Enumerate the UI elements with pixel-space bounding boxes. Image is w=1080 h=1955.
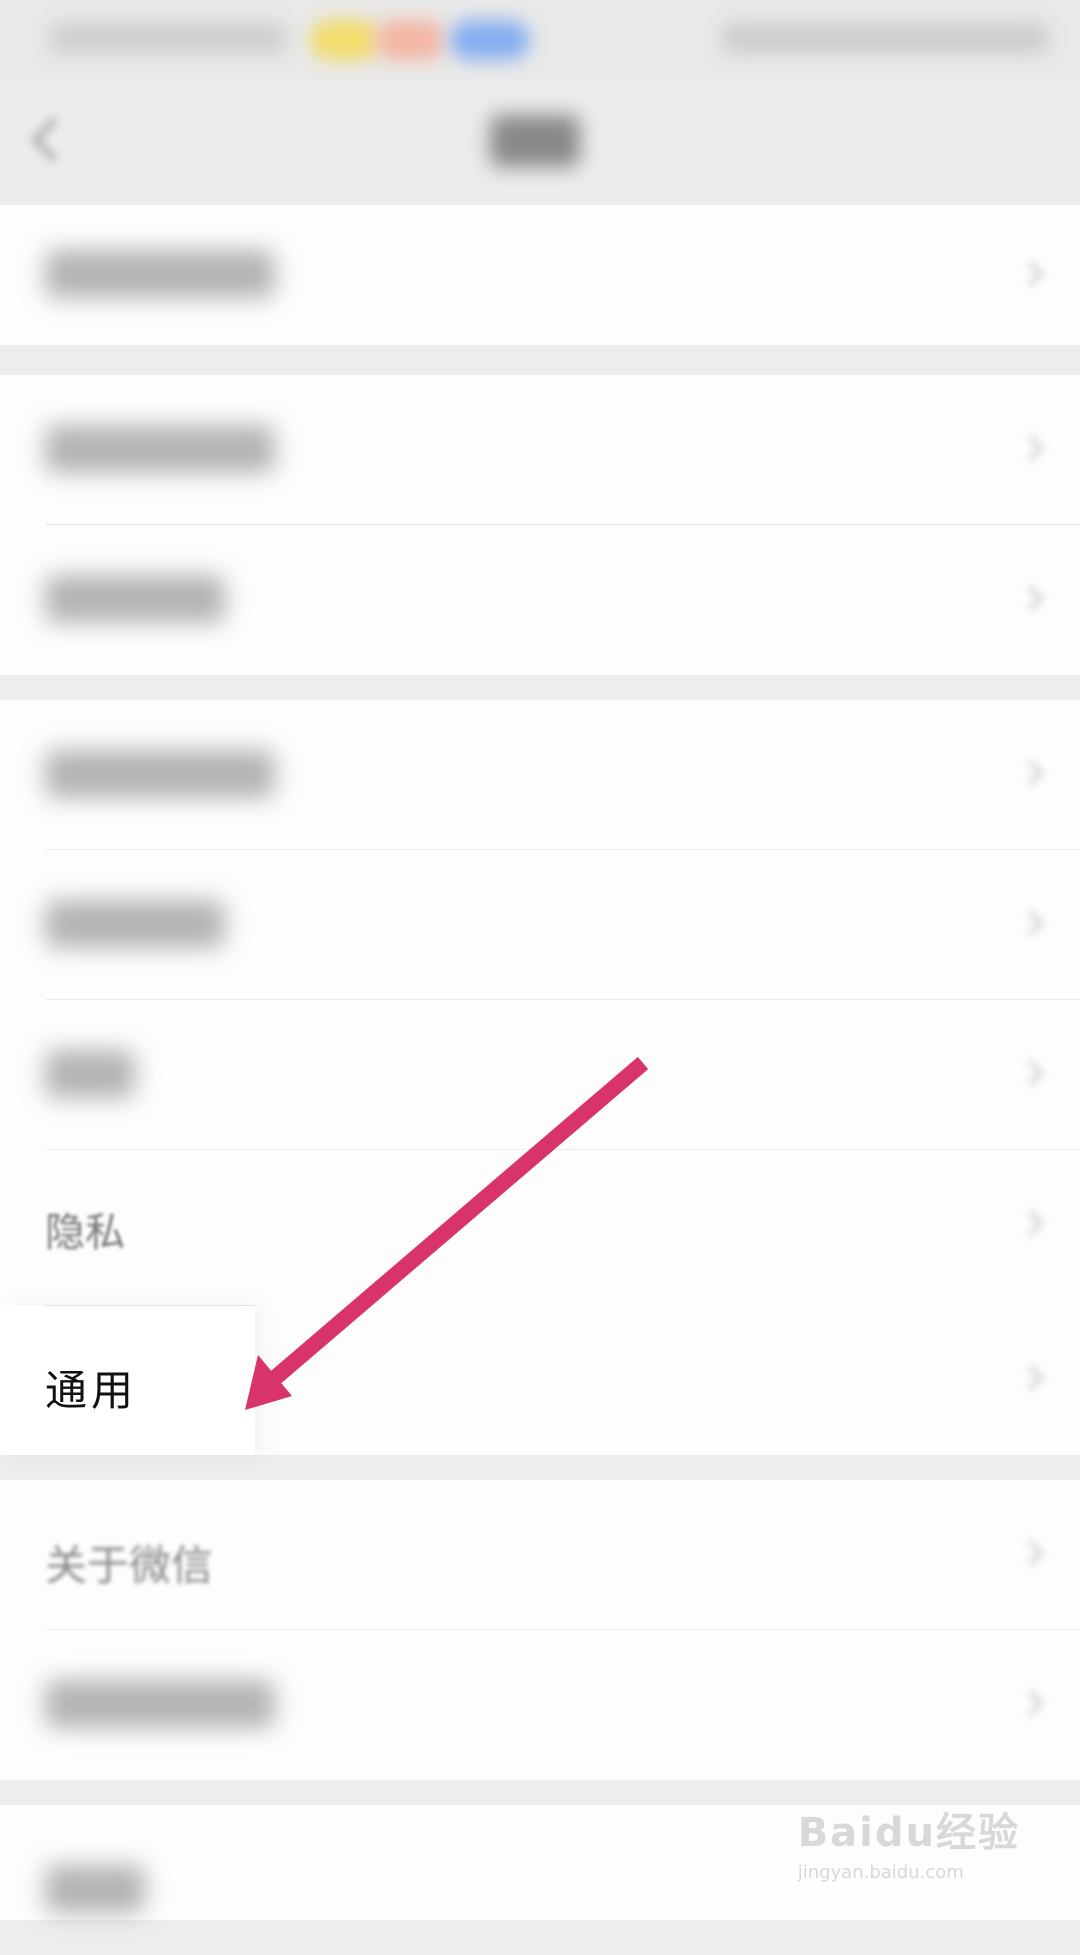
baidu-watermark: Baidu经验 jingyan.baidu.com	[798, 1800, 1020, 1883]
arrow-annotation	[245, 1056, 649, 1410]
arrow-shaft	[269, 1056, 649, 1385]
watermark-url: jingyan.baidu.com	[797, 1862, 964, 1883]
watermark-brand: Baidu经验	[797, 1810, 1020, 1856]
